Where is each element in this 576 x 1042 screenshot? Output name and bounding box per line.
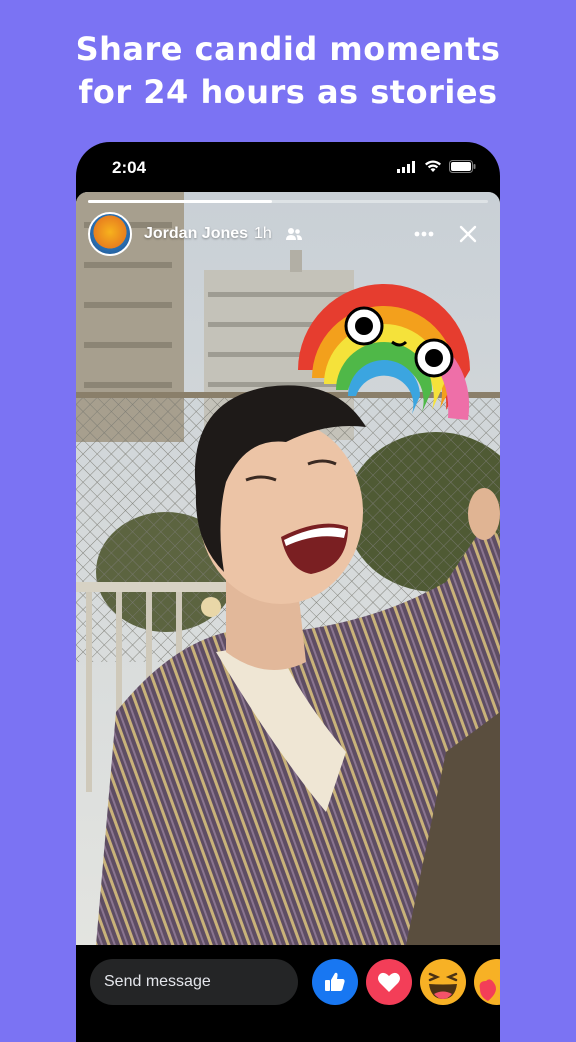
story-viewer[interactable]: Jordan Jones 1h (76, 192, 500, 945)
phone-frame: 2:04 Jordan Jones 1h Send message (76, 142, 500, 1042)
love-reaction-button[interactable] (366, 959, 412, 1005)
story-time-ago: 1h (254, 225, 272, 242)
marketing-headline: Share candid moments for 24 hours as sto… (0, 28, 576, 114)
close-icon (459, 225, 477, 243)
status-time: 2:04 (112, 158, 147, 177)
laughing-emoji-icon (420, 959, 466, 1005)
story-username[interactable]: Jordan Jones (144, 225, 248, 243)
care-emoji-icon (474, 959, 500, 1005)
send-message-input[interactable] (90, 959, 298, 1005)
close-story-button[interactable] (454, 220, 482, 248)
story-progress-track (88, 200, 488, 203)
more-options-button[interactable] (410, 220, 438, 248)
haha-reaction-button[interactable] (420, 959, 466, 1005)
battery-icon (449, 160, 476, 173)
avatar[interactable] (88, 212, 132, 256)
care-reaction-button[interactable] (474, 959, 500, 1005)
story-photo (76, 192, 500, 945)
headline-line-1: Share candid moments (75, 30, 501, 68)
like-reaction-button[interactable] (312, 959, 358, 1005)
wifi-icon (425, 160, 441, 172)
story-header: Jordan Jones 1h (86, 212, 490, 258)
status-bar: 2:04 (76, 142, 500, 192)
thumbs-up-icon (325, 972, 345, 991)
cellular-signal-icon (397, 160, 415, 173)
story-progress-fill (88, 200, 272, 203)
more-options-icon (414, 231, 434, 237)
friends-icon (286, 228, 302, 240)
story-reply-bar (76, 945, 500, 1042)
heart-icon (378, 972, 400, 992)
status-icons (397, 160, 476, 173)
headline-line-2: for 24 hours as stories (78, 73, 498, 111)
